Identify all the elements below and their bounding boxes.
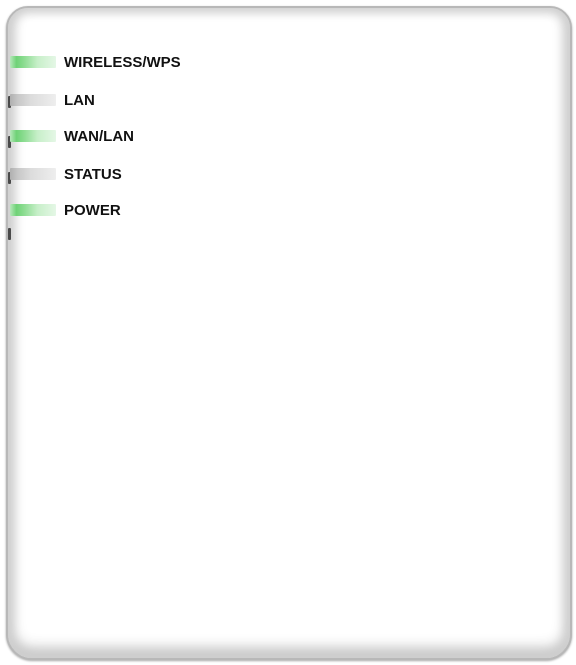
power-led [10,204,56,216]
indicator-status: STATUS [10,164,122,184]
status-led [10,168,56,180]
wireless-wps-label: WIRELESS/WPS [64,53,181,71]
status-label: STATUS [64,165,122,183]
wan-lan-label: WAN/LAN [64,127,134,145]
lan-led [10,94,56,106]
indicator-power: POWER [10,200,121,220]
indicator-wireless-wps: WIRELESS/WPS [10,52,181,72]
edge-mark [8,228,11,240]
indicator-lan: LAN [10,90,95,110]
wan-lan-led [10,130,56,142]
indicator-wan-lan: WAN/LAN [10,126,134,146]
power-label: POWER [64,201,121,219]
wireless-wps-led [10,56,56,68]
lan-label: LAN [64,91,95,109]
